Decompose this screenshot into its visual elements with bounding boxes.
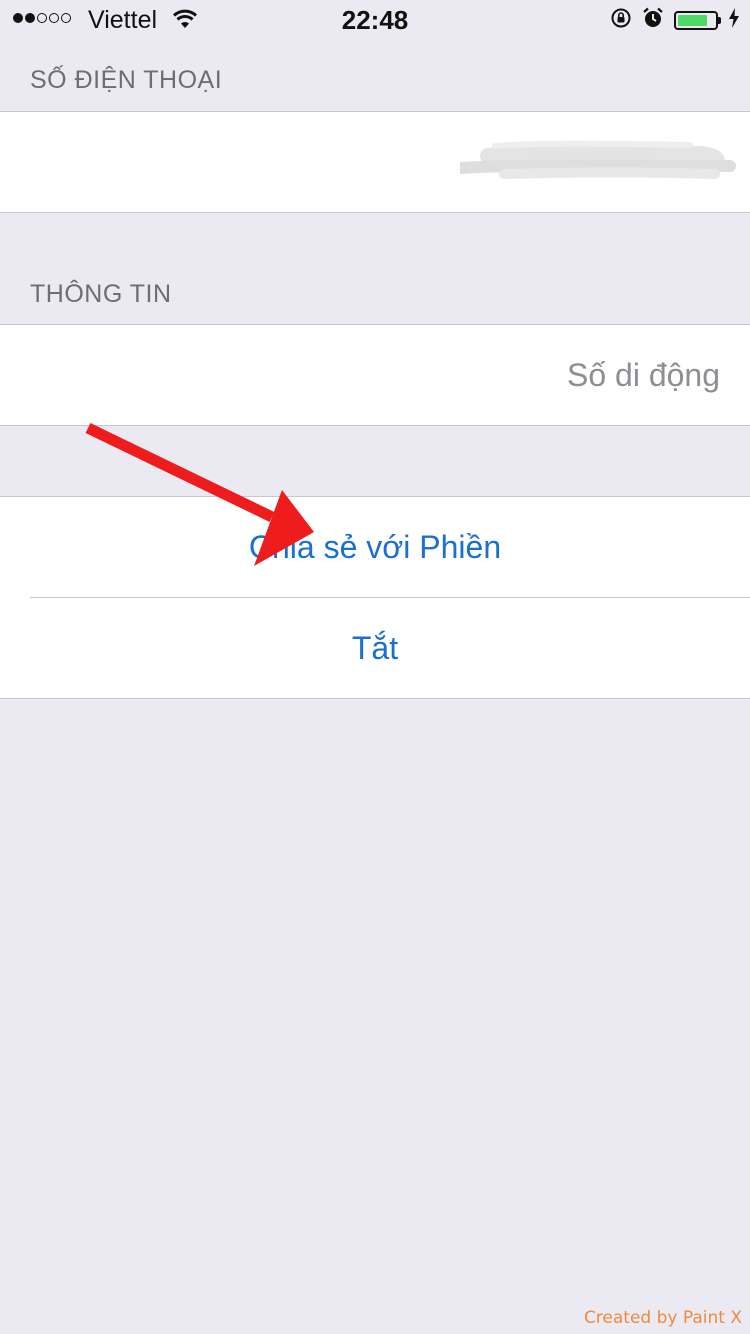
phone-number-cell[interactable]	[0, 112, 750, 212]
battery-icon	[674, 11, 721, 30]
redacted-phone-number	[460, 140, 736, 179]
share-button[interactable]: Chia sẻ với Phiền	[0, 497, 750, 597]
info-value: Số di động	[566, 356, 720, 393]
info-group: Số di động	[0, 324, 750, 426]
alarm-icon	[642, 7, 664, 34]
turn-off-button[interactable]: Tắt	[0, 598, 750, 698]
section-header-info: THÔNG TIN	[30, 280, 172, 308]
phone-number-group	[0, 111, 750, 213]
actions-group: Chia sẻ với Phiền Tắt	[0, 496, 750, 699]
watermark-text: Created by Paint X	[583, 1308, 742, 1328]
section-header-phone: SỐ ĐIỆN THOẠI	[30, 66, 223, 94]
share-button-label: Chia sẻ với Phiền	[248, 528, 502, 565]
battery-level	[678, 15, 707, 26]
rotation-lock-icon	[610, 7, 632, 34]
turn-off-button-label: Tắt	[351, 629, 399, 666]
charging-bolt-icon	[728, 8, 740, 33]
info-cell[interactable]: Số di động	[0, 325, 750, 425]
status-bar: Viettel 22:48	[0, 0, 750, 40]
